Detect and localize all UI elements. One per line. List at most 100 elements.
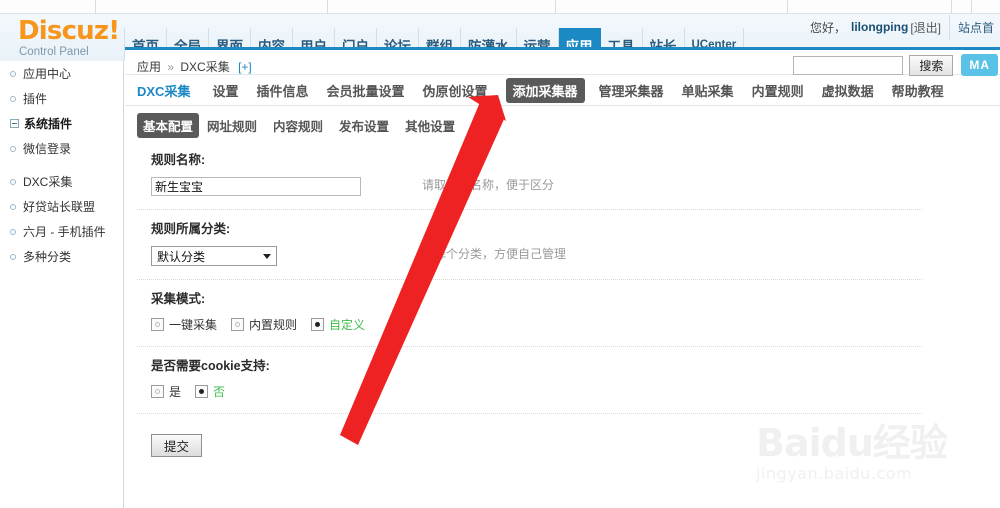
bullet-icon [10,253,16,260]
page-root: Discuz! Control Panel 首页 全局 界面 内容 用户 门户 论坛 群组 防灌… [0,0,1000,508]
tab-1[interactable]: 设置 [212,81,238,100]
divider [137,413,922,414]
radio-dot [155,322,160,327]
sidebar-item-label: 多种分类 [23,250,72,264]
user-area: 您好， lilongping [退出] 站点首 [810,14,1000,40]
cookie-radio-group: 是否 [151,383,239,400]
collect-mode-option-0[interactable]: 一键采集 [151,316,217,333]
left-sidebar: 应用中心插件系统插件微信登录 DXC采集好贷站长联盟 六月 - 手机插件 多种分类 [0,61,124,508]
radio-button-icon[interactable] [231,318,245,331]
sidebar-item-0[interactable]: 应用中心 [0,61,123,86]
cookie-support-option-label: 是 [169,385,182,399]
breadcrumb-bar: 应用 » DXC采集 [+] 搜索 MA [125,47,1000,76]
bullet-icon [10,70,16,77]
field-rule-name: 规则名称: 请取个好名称，便于区分 [137,149,925,203]
subtab-2[interactable]: 内容规则 [273,116,323,135]
radio-button-icon[interactable] [195,385,209,398]
chevron-down-icon [263,253,271,259]
bullet-icon [10,203,16,210]
sidebar-item-1[interactable]: 插件 [0,86,123,111]
sidebar-item-label: 插件 [23,92,48,106]
divider [137,346,922,347]
tab-4[interactable]: 伪原创设置 [423,81,488,100]
greeting-text: 您好， [809,20,846,35]
subtab-4[interactable]: 其他设置 [405,116,455,135]
radio-button-icon[interactable] [151,385,164,398]
subtab-3[interactable]: 发布设置 [339,116,389,135]
tab-6[interactable]: 管理采集器 [599,81,664,100]
username-label: lilongping [850,20,909,34]
radio-button-icon[interactable] [151,318,164,331]
rule-category-value: 默认分类 [157,249,206,264]
subtab-0[interactable]: 基本配置 [137,112,200,138]
collect-mode-option-label: 自定义 [329,318,366,332]
discuz-logo[interactable]: Discuz! Control Panel [12,18,124,62]
sidebar-item-label: 六月 - 手机插件 [23,225,106,239]
collect-mode-option-2[interactable]: 自定义 [311,316,365,333]
radio-dot [235,322,241,327]
site-home-link[interactable]: 站点首 [948,14,1000,40]
rule-category-select[interactable]: 默认分类 [151,246,277,266]
tab-0[interactable]: DXC采集 [137,81,190,100]
bullet-icon [10,95,16,102]
tab-9[interactable]: 虚拟数据 [822,81,874,100]
cookie-support-option-1[interactable]: 否 [195,383,225,400]
sidebar-item-2[interactable]: 系统插件 [0,111,123,136]
bullet-icon [10,228,16,235]
sidebar-item-6[interactable]: 六月 - 手机插件 [0,219,123,244]
cookie-support-label: 是否需要cookie支持: [151,359,270,373]
tab-3[interactable]: 会员批量设置 [326,81,404,100]
divider [137,279,922,280]
rule-name-hint: 请取个好名称，便于区分 [422,178,555,192]
search-button[interactable]: 搜索 [909,54,954,76]
bullet-icon [10,178,16,185]
tab-10[interactable]: 帮助教程 [892,81,944,100]
bullet-icon [10,145,16,152]
breadcrumb-separator: » [167,60,175,74]
tab-8[interactable]: 内置规则 [752,81,804,100]
rule-category-hint: 选择个分类，方便自己管理 [422,247,567,261]
field-cookie-support: 是否需要cookie支持: 是否 [137,355,925,407]
sidebar-item-label: 好贷站长联盟 [23,200,96,214]
field-collect-mode: 采集模式: 一键采集 内置规则 自定义 [137,288,925,340]
breadcrumb: 应用 » DXC采集 [+] [137,58,252,75]
rule-name-input[interactable] [151,177,361,196]
submit-button[interactable]: 提交 [151,434,203,457]
breadcrumb-expand-toggle[interactable]: [+] [233,60,252,74]
cookie-support-option-0[interactable]: 是 [151,383,181,400]
logout-link[interactable]: [退出] [910,19,949,36]
main-panel: 应用 » DXC采集 [+] 搜索 MA DXC采集 设置 插件信息 会员批量设置 伪原… [125,47,1000,508]
collapse-minus-icon [10,119,19,128]
collect-mode-radio-group: 一键采集 内置规则 自定义 [151,316,379,333]
sidebar-item-label: 系统插件 [24,117,73,131]
sidebar-item-7[interactable]: 多种分类 [0,244,123,269]
radio-button-icon[interactable] [311,318,325,331]
sidebar-item-4[interactable]: DXC采集 [0,169,123,194]
field-rule-category: 规则所属分类: 默认分类 选择个分类，方便自己管理 [137,218,925,273]
logo-subtitle: Control Panel [19,46,89,58]
sidebar-item-label: DXC采集 [23,175,73,189]
collect-mode-option-label: 内置规则 [249,318,298,332]
collect-mode-label: 采集模式: [151,292,206,306]
tab-7[interactable]: 单贴采集 [682,81,734,100]
divider [137,209,922,210]
tab-5[interactable]: 添加采集器 [505,77,585,103]
radio-dot [155,389,160,394]
sidebar-item-label: 应用中心 [23,67,72,81]
ma-badge-button[interactable]: MA [961,54,998,76]
breadcrumb-root[interactable]: 应用 [137,60,161,74]
collect-mode-option-1[interactable]: 内置规则 [231,316,297,333]
logo-title: Discuz! [18,16,120,46]
breadcrumb-current: DXC采集 [180,60,230,74]
search-area: 搜索 MA [793,54,998,76]
sidebar-item-3[interactable]: 微信登录 [0,136,123,161]
sidebar-item-5[interactable]: 好贷站长联盟 [0,194,123,219]
plugin-tab-row: DXC采集 设置 插件信息 会员批量设置 伪原创设置 添加采集器 管理采集器 单贴采集 内置规则… [125,75,1000,106]
search-input[interactable] [793,55,904,75]
browser-top-strip [0,0,1000,14]
radio-dot [315,322,321,327]
tab-2[interactable]: 插件信息 [256,81,308,100]
sidebar-item-label: 微信登录 [23,142,72,156]
subtab-1[interactable]: 网址规则 [207,116,257,135]
